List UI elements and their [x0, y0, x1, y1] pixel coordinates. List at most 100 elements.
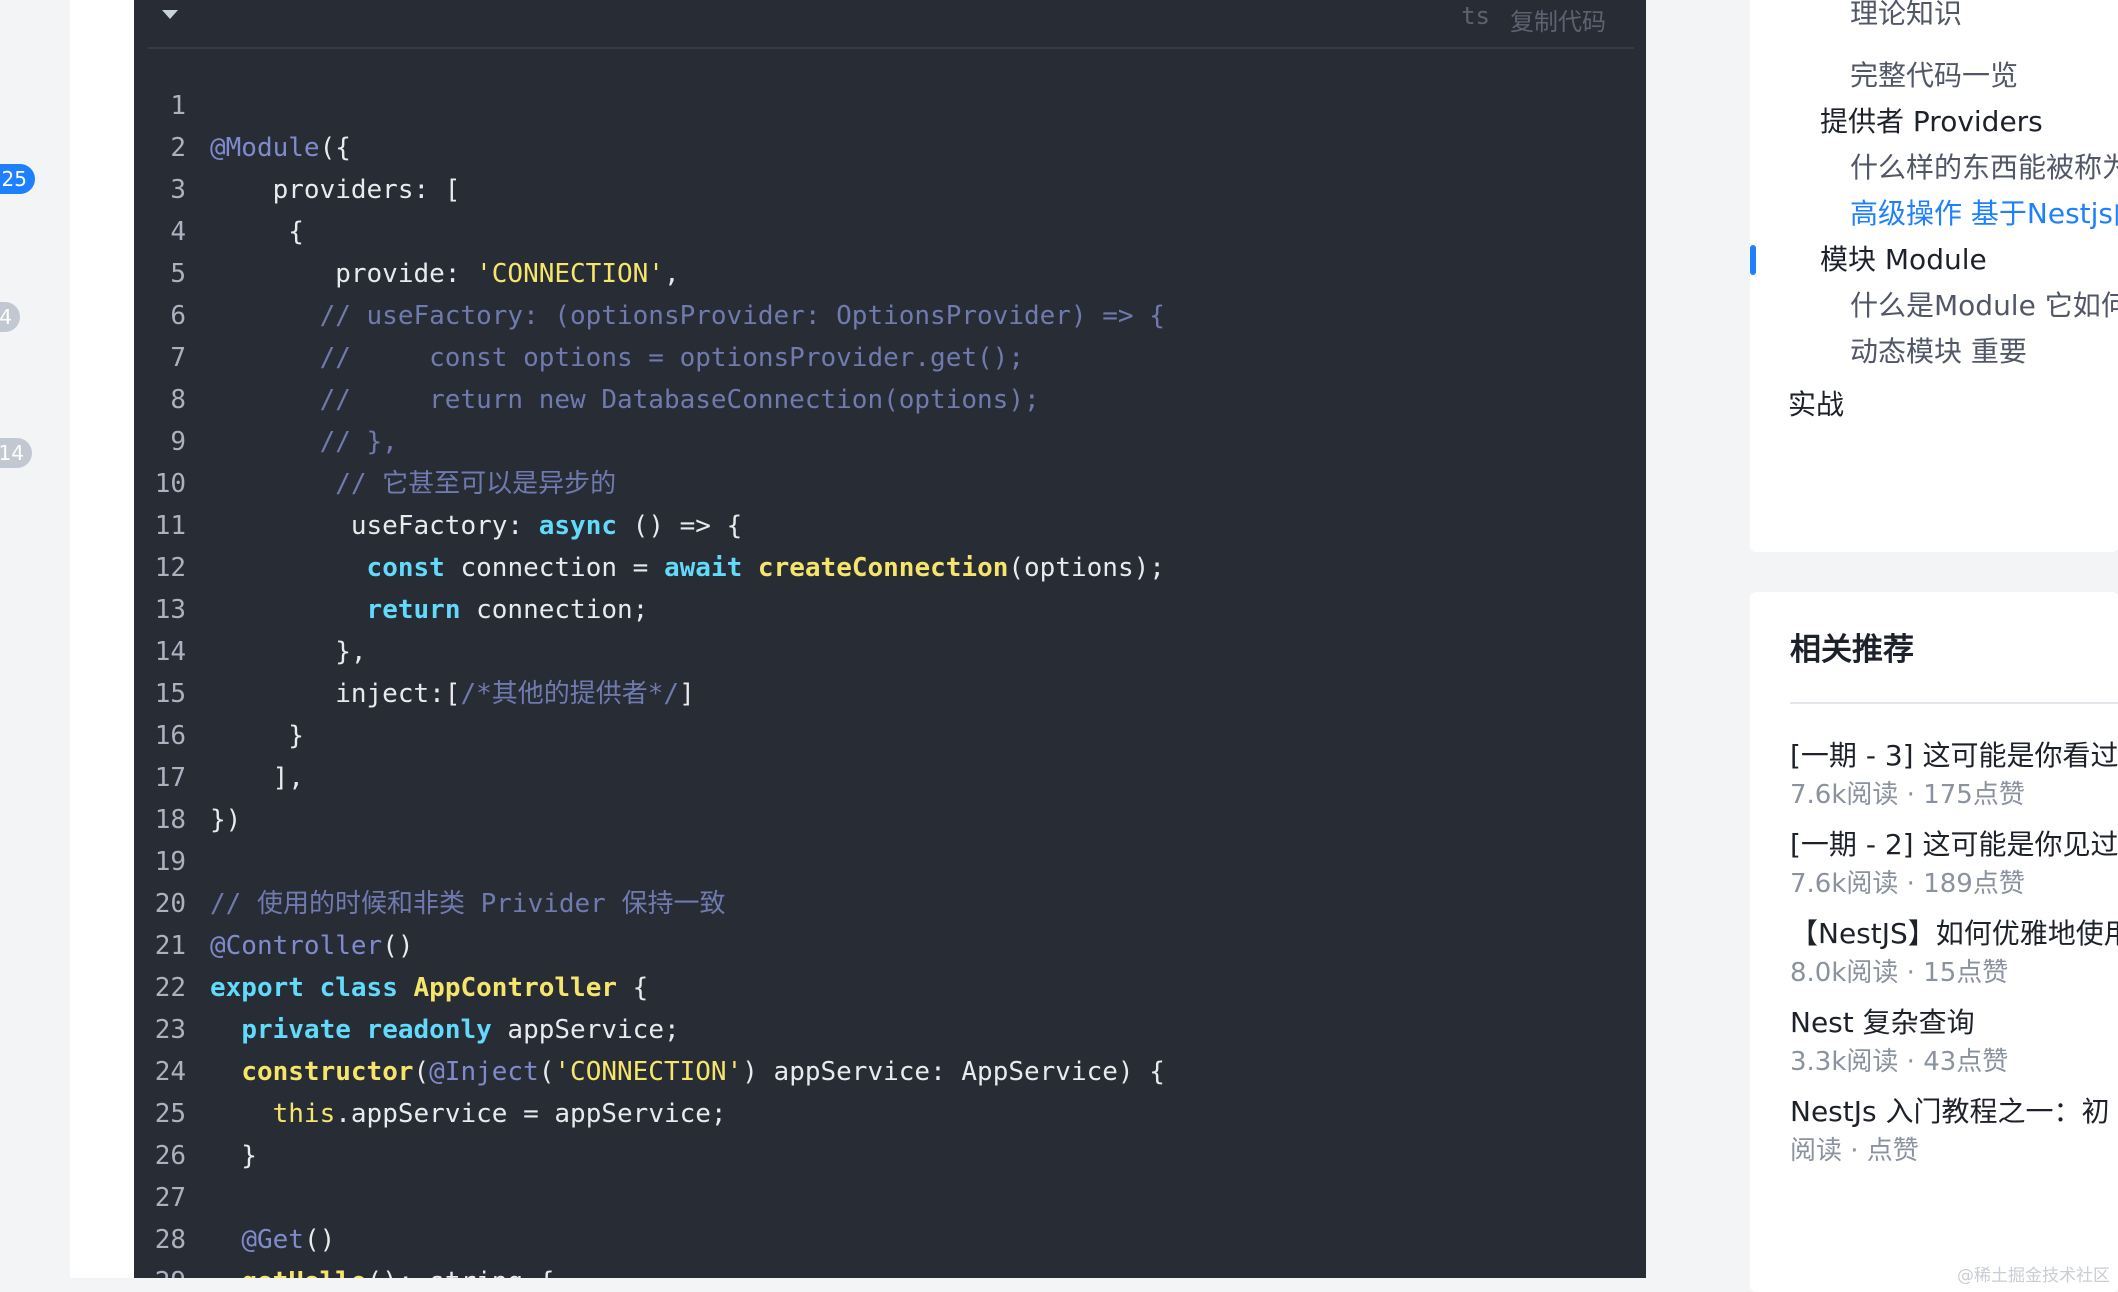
code-line: 7 // const options = optionsProvider.get… — [134, 337, 1646, 379]
code-token: (): string { — [367, 1267, 555, 1278]
code-token: // }, — [210, 427, 398, 457]
recommend-item-meta: 3.3k阅读 · 43点赞 — [1790, 1047, 2009, 1077]
code-token: appService; — [491, 1015, 680, 1045]
code-line: 9 // }, — [134, 421, 1646, 463]
code-token: 'CONNECTION' — [476, 259, 664, 289]
toc-item[interactable]: 提供者 Providers — [1820, 100, 2043, 140]
code-line: 4 { — [134, 211, 1646, 253]
line-number: 3 — [170, 175, 186, 205]
code-token: @Inject — [429, 1057, 539, 1087]
recommend-item-title[interactable]: NestJs 入门教程之一：初 — [1790, 1090, 2110, 1130]
code-token: } — [210, 1141, 257, 1171]
line-number: 18 — [154, 805, 186, 835]
toc-item[interactable]: 动态模块 重要 — [1850, 330, 2027, 370]
code-line: 23 private readonly appService; — [134, 1009, 1646, 1051]
code-text: return connection; — [210, 589, 649, 631]
toc-item[interactable]: 高级操作 基于Nestjs内 — [1850, 192, 2118, 232]
code-line: 15 inject:[/*其他的提供者*/] — [134, 673, 1646, 715]
line-number: 8 — [170, 385, 186, 415]
code-token: connection = — [444, 553, 664, 583]
code-text: private readonly appService; — [210, 1009, 680, 1051]
code-token: ], — [210, 763, 304, 793]
code-block: ts 复制代码 1 2 @Module({3 providers: [4 {5 pr… — [134, 0, 1646, 1278]
code-block-header: ts 复制代码 — [134, 0, 1646, 48]
code-token: .appService = appService; — [335, 1099, 727, 1129]
code-text: this.appService = appService; — [210, 1093, 727, 1135]
code-line: 13 return connection; — [134, 589, 1646, 631]
recommend-item-meta: 8.0k阅读 · 15点赞 — [1790, 958, 2009, 988]
line-number: 25 — [154, 1099, 186, 1129]
code-token: , — [663, 259, 680, 289]
code-line: 11 useFactory: async () => { — [134, 505, 1646, 547]
toc-item[interactable]: 模块 Module — [1820, 238, 1987, 278]
code-token: inject:[ — [210, 679, 461, 709]
copy-code-button[interactable]: 复制代码 — [1510, 2, 1606, 37]
recommend-item-meta: 阅读 · 点赞 — [1790, 1136, 1919, 1166]
code-text: { — [210, 211, 304, 253]
code-token: } — [210, 721, 304, 751]
code-token: // 使用的时候和非类 Privider 保持一致 — [210, 889, 726, 919]
code-token: return — [366, 595, 461, 625]
code-token: createConnection — [757, 553, 1009, 583]
code-token: () — [303, 1225, 336, 1255]
code-line: 24 constructor(@Inject('CONNECTION') app… — [134, 1051, 1646, 1093]
line-number: 28 — [154, 1225, 186, 1255]
code-line: 22 export class AppController { — [134, 967, 1646, 1009]
toc-active-indicator — [1750, 245, 1756, 275]
toc-item[interactable]: 实战 — [1788, 383, 1844, 423]
recommend-item-title[interactable]: Nest 复杂查询 — [1790, 1001, 1975, 1041]
code-text: // }, — [210, 421, 398, 463]
code-text: useFactory: async () => { — [210, 505, 742, 547]
toc-item[interactable]: 理论知识 — [1850, 0, 1962, 32]
code-line: 3 providers: [ — [134, 169, 1646, 211]
line-number: 9 — [170, 427, 186, 457]
recommend-item-meta: 7.6k阅读 · 189点赞 — [1790, 869, 2025, 899]
collapse-caret-icon[interactable] — [162, 10, 178, 19]
code-text: @Controller() — [210, 925, 414, 967]
code-token: () => { — [617, 511, 743, 541]
recommend-item-title[interactable]: [一期 - 3] 这可能是你看过 — [1790, 734, 2118, 774]
recommend-item-title[interactable]: 【NestJS】如何优雅地使用 — [1790, 912, 2118, 952]
code-token: ) appService: AppService) { — [742, 1057, 1165, 1087]
recommend-item-title[interactable]: [一期 - 2] 这可能是你见过 — [1790, 823, 2118, 863]
line-number: 24 — [154, 1057, 186, 1087]
code-token: const — [366, 553, 445, 583]
line-number: 1 — [170, 91, 186, 121]
code-line: 10 // 它甚至可以是异步的 — [134, 463, 1646, 505]
line-number: 17 — [154, 763, 186, 793]
code-token: @Controller — [210, 931, 383, 961]
code-text: // return new DatabaseConnection(options… — [210, 379, 1040, 421]
code-text: } — [210, 715, 304, 757]
left-rail: 25 4 14 — [0, 0, 70, 1278]
line-number: 2 — [170, 133, 186, 163]
code-language: ts — [1461, 2, 1490, 30]
code-token: (options); — [1008, 553, 1165, 583]
line-number: 6 — [170, 301, 186, 331]
code-token: }) — [210, 805, 242, 835]
line-number: 7 — [170, 343, 186, 373]
count-badge[interactable]: 25 — [0, 164, 35, 194]
code-token: { — [617, 973, 649, 1003]
code-token: constructor — [241, 1057, 414, 1087]
code-text: getHello(): string { — [210, 1261, 554, 1278]
code-line: 25 this.appService = appService; — [134, 1093, 1646, 1135]
code-line: 1 — [134, 85, 1646, 127]
line-number: 11 — [154, 511, 186, 541]
line-number: 19 — [154, 847, 186, 877]
code-line: 6 // useFactory: (optionsProvider: Optio… — [134, 295, 1646, 337]
line-number: 27 — [154, 1183, 186, 1213]
toc-item[interactable]: 什么是Module 它如何 — [1850, 284, 2118, 324]
count-badge[interactable]: 4 — [0, 302, 20, 332]
code-text: }, — [210, 631, 366, 673]
line-number: 10 — [154, 469, 186, 499]
related-recommendations: 相关推荐 @稀土掘金技术社区 [一期 - 3] 这可能是你看过 7.6k阅读 · … — [1750, 592, 2118, 1292]
count-badge[interactable]: 14 — [0, 438, 32, 468]
toc-item[interactable]: 什么样的东西能被称为 — [1850, 146, 2118, 186]
line-number: 21 — [154, 931, 186, 961]
toc-item[interactable]: 完整代码一览 — [1850, 54, 2018, 94]
